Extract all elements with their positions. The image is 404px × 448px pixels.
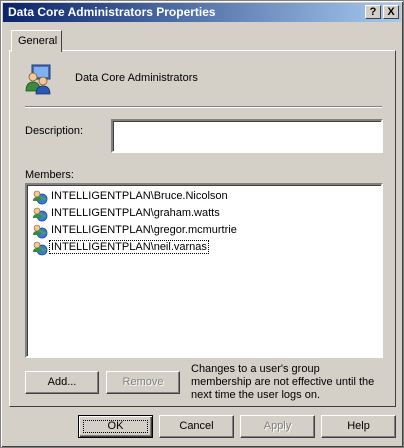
tab-general-label: General — [18, 35, 58, 47]
user-globe-icon — [33, 207, 48, 222]
user-globe-icon — [33, 241, 48, 256]
help-button[interactable]: Help — [321, 415, 396, 438]
window-title: Data Core Administrators Properties — [8, 5, 216, 19]
title-bar[interactable]: Data Core Administrators Properties ? X — [3, 3, 401, 22]
members-label: Members: — [25, 169, 74, 181]
apply-button[interactable]: Apply — [240, 415, 315, 438]
group-name: Data Core Administrators — [75, 72, 198, 84]
user-globe-icon — [33, 190, 48, 205]
group-users-icon — [25, 64, 51, 95]
user-globe-icon — [33, 224, 48, 239]
description-label: Description: — [25, 125, 84, 137]
ok-button[interactable]: OK — [78, 415, 153, 438]
remove-button[interactable]: Remove — [106, 371, 180, 394]
title-close-button[interactable]: X — [383, 5, 399, 19]
members-list[interactable]: INTELLIGENTPLAN\Bruce.Nicolson INTELLIGE… — [25, 183, 383, 358]
member-name: INTELLIGENTPLAN\Bruce.Nicolson — [51, 190, 228, 202]
membership-note: Changes to a user's group membership are… — [191, 363, 375, 401]
member-name: INTELLIGENTPLAN\graham.watts — [51, 207, 220, 219]
cancel-button[interactable]: Cancel — [159, 415, 234, 438]
member-name: INTELLIGENTPLAN\gregor.mcmurtrie — [51, 224, 237, 236]
properties-dialog: Data Core Administrators Properties ? X … — [0, 0, 404, 448]
description-input[interactable] — [111, 119, 383, 153]
divider — [25, 106, 382, 108]
tab-general[interactable]: General — [11, 30, 62, 52]
add-button[interactable]: Add... — [25, 371, 99, 394]
title-help-button[interactable]: ? — [365, 5, 381, 19]
member-name: INTELLIGENTPLAN\neil.varnas — [49, 240, 209, 254]
